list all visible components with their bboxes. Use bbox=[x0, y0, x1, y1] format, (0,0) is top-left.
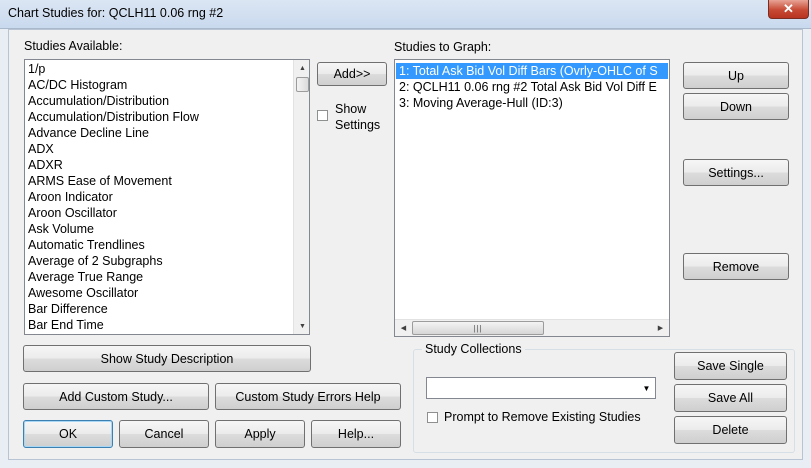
cancel-button[interactable]: Cancel bbox=[119, 420, 209, 448]
list-item[interactable]: 1: Total Ask Bid Vol Diff Bars (Ovrly-OH… bbox=[396, 63, 668, 79]
studies-to-graph-label: Studies to Graph: bbox=[394, 40, 492, 54]
list-item[interactable]: 2: QCLH11 0.06 rng #2 Total Ask Bid Vol … bbox=[396, 79, 668, 95]
list-item[interactable]: ADXR bbox=[25, 157, 293, 173]
up-button[interactable]: Up bbox=[683, 62, 789, 89]
list-item[interactable]: Average True Range bbox=[25, 269, 293, 285]
ok-button[interactable]: OK bbox=[23, 420, 113, 448]
show-study-description-button[interactable]: Show Study Description bbox=[23, 345, 311, 372]
title-bar: Chart Studies for: QCLH11 0.06 rng #2 ✕ bbox=[0, 0, 811, 29]
list-item[interactable]: Bar End Time bbox=[25, 317, 293, 333]
dialog-body: Studies Available: 1/p AC/DC Histogram Acc… bbox=[8, 29, 803, 460]
list-item[interactable]: 1/p bbox=[25, 61, 293, 77]
delete-button[interactable]: Delete bbox=[674, 416, 787, 444]
scroll-down-arrow-icon[interactable]: ▼ bbox=[294, 318, 309, 334]
studies-available-scrollbar[interactable]: ▲ ▼ bbox=[293, 60, 309, 334]
close-button[interactable]: ✕ bbox=[768, 0, 809, 19]
scroll-thumb[interactable] bbox=[296, 77, 309, 92]
window-title: Chart Studies for: QCLH11 0.06 rng #2 bbox=[8, 6, 224, 20]
help-button[interactable]: Help... bbox=[311, 420, 401, 448]
add-custom-study-button[interactable]: Add Custom Study... bbox=[23, 383, 209, 410]
show-settings-label: Show Settings bbox=[335, 102, 381, 132]
settings-button[interactable]: Settings... bbox=[683, 159, 789, 186]
list-item[interactable]: Bar Difference bbox=[25, 301, 293, 317]
list-item[interactable]: AC/DC Histogram bbox=[25, 77, 293, 93]
list-item[interactable]: Average of 2 Subgraphs bbox=[25, 253, 293, 269]
chevron-down-icon[interactable]: ▼ bbox=[639, 379, 654, 397]
prompt-remove-label: Prompt to Remove Existing Studies bbox=[444, 410, 641, 424]
down-button[interactable]: Down bbox=[683, 93, 789, 120]
list-item[interactable]: Ask Volume bbox=[25, 221, 293, 237]
list-item[interactable]: ARMS Ease of Movement bbox=[25, 173, 293, 189]
show-settings-checkbox[interactable] bbox=[317, 110, 328, 121]
studies-available-label: Studies Available: bbox=[24, 39, 123, 53]
studies-to-graph-hscrollbar[interactable]: ◀ ||| ▶ bbox=[395, 319, 669, 336]
remove-button[interactable]: Remove bbox=[683, 253, 789, 280]
list-item[interactable]: Bar Number bbox=[25, 333, 293, 334]
list-item[interactable]: Accumulation/Distribution bbox=[25, 93, 293, 109]
study-collections-label: Study Collections bbox=[422, 342, 525, 356]
study-collections-combobox[interactable]: ▼ bbox=[426, 377, 656, 399]
list-item[interactable]: ADX bbox=[25, 141, 293, 157]
custom-study-errors-help-button[interactable]: Custom Study Errors Help bbox=[215, 383, 401, 410]
close-icon: ✕ bbox=[783, 1, 794, 16]
prompt-remove-checkbox[interactable] bbox=[427, 412, 438, 423]
studies-available-list[interactable]: 1/p AC/DC Histogram Accumulation/Distribut… bbox=[24, 59, 310, 335]
list-item[interactable]: Accumulation/Distribution Flow bbox=[25, 109, 293, 125]
apply-button[interactable]: Apply bbox=[215, 420, 305, 448]
save-all-button[interactable]: Save All bbox=[674, 384, 787, 412]
scroll-up-arrow-icon[interactable]: ▲ bbox=[294, 60, 309, 76]
list-item[interactable]: Aroon Indicator bbox=[25, 189, 293, 205]
list-item[interactable]: Automatic Trendlines bbox=[25, 237, 293, 253]
list-item[interactable]: Advance Decline Line bbox=[25, 125, 293, 141]
scroll-left-arrow-icon[interactable]: ◀ bbox=[395, 320, 412, 336]
list-item[interactable]: Aroon Oscillator bbox=[25, 205, 293, 221]
hscroll-thumb[interactable]: ||| bbox=[412, 321, 544, 335]
studies-to-graph-list[interactable]: 1: Total Ask Bid Vol Diff Bars (Ovrly-OH… bbox=[394, 59, 670, 337]
list-item[interactable]: 3: Moving Average-Hull (ID:3) bbox=[396, 95, 668, 111]
list-item[interactable]: Awesome Oscillator bbox=[25, 285, 293, 301]
scroll-right-arrow-icon[interactable]: ▶ bbox=[652, 320, 669, 336]
add-button[interactable]: Add>> bbox=[317, 62, 387, 86]
save-single-button[interactable]: Save Single bbox=[674, 352, 787, 380]
